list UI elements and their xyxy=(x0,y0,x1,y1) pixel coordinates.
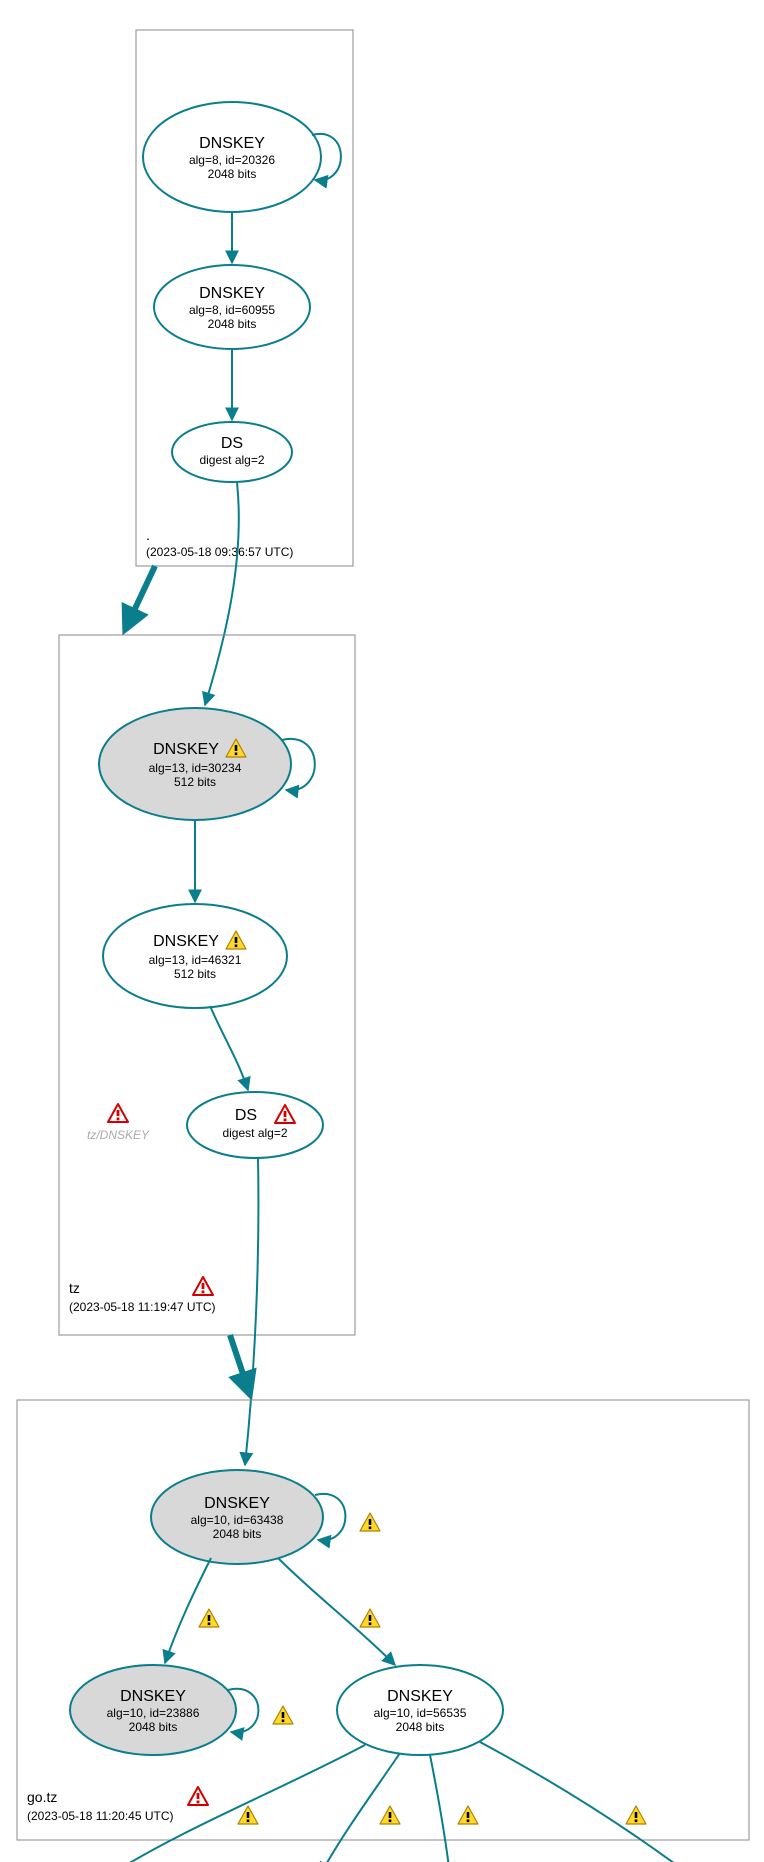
svg-text:.: . xyxy=(146,527,150,543)
node-root-ds: DS digest alg=2 xyxy=(172,422,292,482)
edge-delegation-tz-gotz xyxy=(230,1335,250,1395)
svg-text:alg=10, id=23886: alg=10, id=23886 xyxy=(107,1706,200,1720)
edge-zsk-soa1 xyxy=(320,1753,400,1862)
error-icon xyxy=(193,1277,213,1295)
svg-text:DS: DS xyxy=(235,1107,257,1124)
svg-text:512 bits: 512 bits xyxy=(174,775,216,789)
edge-tz-ds-gotz-ksk xyxy=(245,1158,258,1465)
svg-text:2048 bits: 2048 bits xyxy=(396,1720,445,1734)
warning-icon xyxy=(360,1609,380,1627)
edge-zsk-ns xyxy=(110,1745,365,1862)
svg-text:2048 bits: 2048 bits xyxy=(208,167,257,181)
warning-icon xyxy=(238,1806,258,1824)
node-gotz-zsk: DNSKEY alg=10, id=56535 2048 bits xyxy=(337,1665,503,1755)
svg-text:DNSKEY: DNSKEY xyxy=(120,1688,186,1705)
svg-text:tz: tz xyxy=(69,1280,80,1296)
error-icon xyxy=(108,1104,128,1122)
node-root-ksk: DNSKEY alg=8, id=20326 2048 bits xyxy=(143,102,321,212)
svg-text:alg=13, id=30234: alg=13, id=30234 xyxy=(149,761,242,775)
zone-tz: tz (2023-05-18 11:19:47 UTC) DNSKEY alg=… xyxy=(59,635,355,1335)
svg-text:DNSKEY: DNSKEY xyxy=(387,1688,453,1705)
zone-tz-time: (2023-05-18 11:19:47 UTC) xyxy=(69,1300,216,1314)
edge-zsk-soa2 xyxy=(430,1755,450,1862)
svg-text:go.tz: go.tz xyxy=(27,1789,57,1805)
svg-text:DNSKEY: DNSKEY xyxy=(199,135,265,152)
zone-tz-name: tz xyxy=(69,1280,80,1296)
svg-text:DNSKEY: DNSKEY xyxy=(153,933,219,950)
edge-root-ds-tz-ksk xyxy=(205,482,239,705)
edge-gotz-ksk-zsk xyxy=(278,1558,395,1665)
svg-text:alg=8, id=60955: alg=8, id=60955 xyxy=(189,303,275,317)
edge-zsk-nsec3 xyxy=(480,1742,690,1862)
svg-text:DNSKEY: DNSKEY xyxy=(199,285,265,302)
svg-text:alg=10, id=63438: alg=10, id=63438 xyxy=(191,1513,284,1527)
zone-root-time: (2023-05-18 09:36:57 UTC) xyxy=(146,545,293,559)
svg-text:tz/DNSKEY: tz/DNSKEY xyxy=(87,1128,150,1142)
svg-text:digest alg=2: digest alg=2 xyxy=(199,453,264,467)
zone-gotz-name: go.tz xyxy=(27,1789,57,1805)
warning-icon xyxy=(360,1513,380,1531)
svg-text:DS: DS xyxy=(221,435,243,452)
node-tz-ds: DS digest alg=2 xyxy=(187,1092,323,1158)
node-gotz-key-23886: DNSKEY alg=10, id=23886 2048 bits xyxy=(70,1665,236,1755)
warning-icon xyxy=(273,1706,293,1724)
edge-gotz-ksk-key2 xyxy=(165,1558,211,1663)
svg-text:2048 bits: 2048 bits xyxy=(129,1720,178,1734)
node-root-zsk: DNSKEY alg=8, id=60955 2048 bits xyxy=(154,265,310,349)
edge-delegation-root-tz xyxy=(125,566,155,630)
node-gotz-ksk: DNSKEY alg=10, id=63438 2048 bits xyxy=(151,1470,323,1564)
svg-text:alg=13, id=46321: alg=13, id=46321 xyxy=(149,953,242,967)
node-tz-ghost-dnskey: tz/DNSKEY xyxy=(87,1104,150,1142)
edge-tz-zsk-ds xyxy=(210,1006,248,1090)
svg-text:DNSKEY: DNSKEY xyxy=(204,1495,270,1512)
zone-root-name: . xyxy=(146,527,150,543)
node-tz-ksk: DNSKEY alg=13, id=30234 512 bits xyxy=(99,708,291,820)
svg-text:digest alg=2: digest alg=2 xyxy=(222,1126,287,1140)
error-icon xyxy=(188,1787,208,1805)
svg-text:2048 bits: 2048 bits xyxy=(208,317,257,331)
svg-text:alg=10, id=56535: alg=10, id=56535 xyxy=(374,1706,467,1720)
svg-text:(2023-05-18 11:19:47 UTC): (2023-05-18 11:19:47 UTC) xyxy=(69,1300,216,1314)
warning-icon xyxy=(380,1806,400,1824)
svg-text:2048 bits: 2048 bits xyxy=(213,1527,262,1541)
svg-text:512 bits: 512 bits xyxy=(174,967,216,981)
zone-gotz: go.tz (2023-05-18 11:20:45 UTC) DNSKEY a… xyxy=(17,1400,764,1862)
warning-icon xyxy=(199,1609,219,1627)
svg-text:alg=8, id=20326: alg=8, id=20326 xyxy=(189,153,275,167)
warning-icon xyxy=(626,1806,646,1824)
zone-root: . (2023-05-18 09:36:57 UTC) DNSKEY alg=8… xyxy=(136,30,353,566)
node-tz-zsk: DNSKEY alg=13, id=46321 512 bits xyxy=(103,904,287,1008)
svg-text:(2023-05-18 11:20:45 UTC): (2023-05-18 11:20:45 UTC) xyxy=(27,1809,174,1823)
dnssec-diagram: . (2023-05-18 09:36:57 UTC) DNSKEY alg=8… xyxy=(0,0,764,1862)
svg-text:(2023-05-18 09:36:57 UTC): (2023-05-18 09:36:57 UTC) xyxy=(146,545,293,559)
svg-text:DNSKEY: DNSKEY xyxy=(153,741,219,758)
warning-icon xyxy=(458,1806,478,1824)
zone-gotz-time: (2023-05-18 11:20:45 UTC) xyxy=(27,1809,174,1823)
